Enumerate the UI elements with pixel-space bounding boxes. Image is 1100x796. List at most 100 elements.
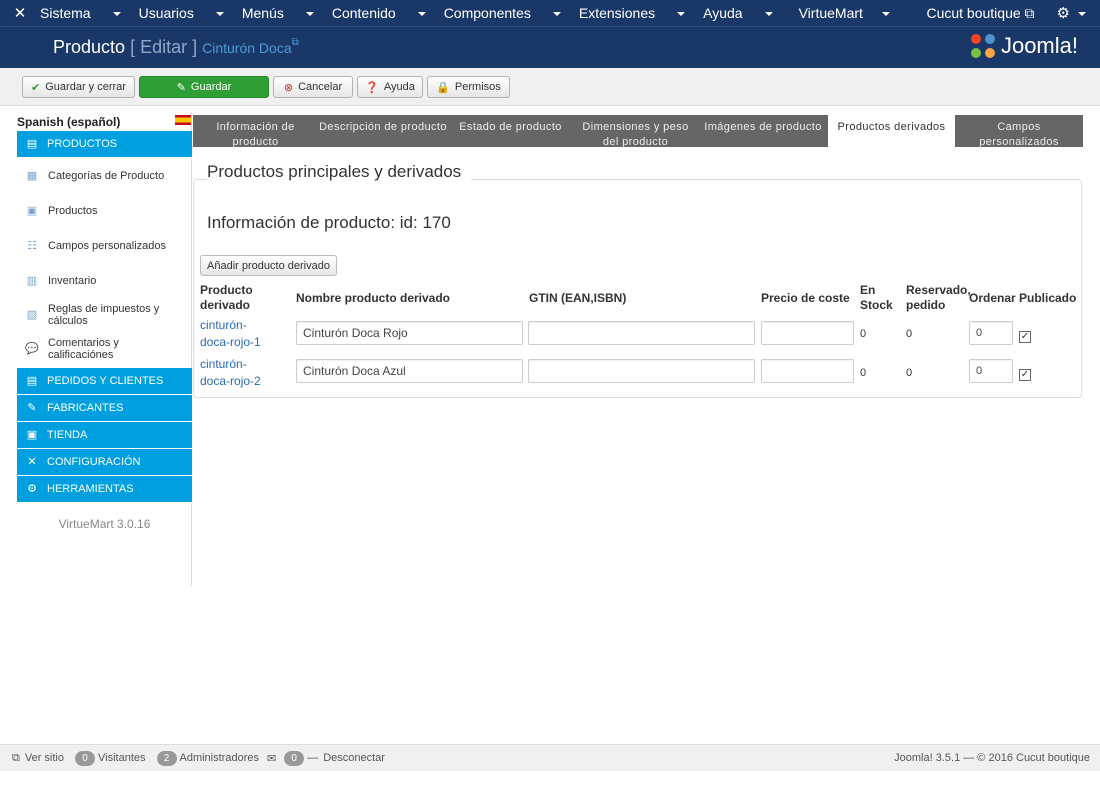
child-name-input[interactable]: Cinturón Doca Rojo <box>296 321 523 345</box>
sidebar-header-herramientas[interactable]: ⚙ HERRAMIENTAS <box>17 476 192 503</box>
sidebar-header-productos[interactable]: ▤ PRODUCTOS <box>17 131 192 158</box>
sidebar-item-categorias[interactable]: ▦ Categorías de Producto <box>17 167 192 185</box>
menu-label: Sistema <box>40 5 91 21</box>
site-link-label: Cucut boutique <box>926 4 1021 21</box>
sidebar-item-label: Reglas de impuestos y cálculos <box>48 303 160 327</box>
tools-icon: ⚙ <box>27 483 37 495</box>
sidebar-header-label: PRODUCTOS <box>47 138 118 150</box>
cancel-button[interactable]: ⊗ Cancelar <box>273 76 353 98</box>
top-navbar: ✕ Sistema Usuarios Menús Contenido Compo… <box>0 0 1100 26</box>
product-info-heading: Información de producto: id: 170 <box>207 213 451 232</box>
caret-down-icon <box>764 12 773 17</box>
menu-componentes[interactable]: Componentes <box>444 5 561 21</box>
language-label: Spanish (español) <box>17 115 121 129</box>
save-close-button[interactable]: ✔ Guardar y cerrar <box>22 76 135 98</box>
product-name-link[interactable]: Cinturón Doca <box>202 40 292 56</box>
sidebar-header-pedidos[interactable]: ▤ PEDIDOS Y CLIENTES <box>17 368 192 395</box>
wrench-icon: ✎ <box>27 402 37 414</box>
sidebar-item-label: Productos <box>48 205 98 217</box>
site-link[interactable]: Cucut boutique ⧉ <box>926 5 1034 22</box>
toolbar: ✔ Guardar y cerrar ✎ Guardar ⊗ Cancelar ❓ Ay… <box>0 68 1100 106</box>
menu-extensiones[interactable]: Extensiones <box>579 5 686 21</box>
tab-productos-derivados[interactable]: Productos derivados <box>828 115 955 147</box>
orders-icon: ▤ <box>26 375 38 387</box>
caret-down-icon <box>881 12 890 17</box>
child-sku-link[interactable]: cinturón-doca-rojo-1 <box>200 317 270 351</box>
tab-estado[interactable]: Estado de producto <box>448 115 573 147</box>
menu-menus[interactable]: Menús <box>242 5 314 21</box>
gear-icon[interactable]: ⚙ <box>1057 4 1086 22</box>
caret-down-icon <box>112 12 121 17</box>
tab-label: Estado de producto <box>459 121 562 133</box>
menu-label: Componentes <box>443 5 531 21</box>
sidebar-header-tienda[interactable]: ▣ TIENDA <box>17 422 192 449</box>
comment-icon: 💬 <box>25 343 39 355</box>
stock-value: 0 <box>860 367 867 379</box>
menu-usuarios[interactable]: Usuarios <box>139 5 224 21</box>
add-child-product-button[interactable]: Añadir producto derivado <box>200 255 337 276</box>
caret-down-icon <box>417 12 426 17</box>
envelope-icon[interactable]: ✉ <box>267 752 276 765</box>
menu-label: Contenido <box>331 5 396 21</box>
permissions-button[interactable]: 🔒 Permisos <box>427 76 510 98</box>
section-title: Productos principales y derivados <box>207 162 472 182</box>
menu-virtuemart[interactable]: VirtueMart <box>799 5 890 21</box>
sidebar-item-impuestos[interactable]: ▧ Reglas de impuestos y cálculos <box>17 302 192 328</box>
menu-sistema[interactable]: Sistema <box>40 5 121 21</box>
cost-price-input[interactable] <box>761 359 854 383</box>
tab-label: Imágenes de producto <box>704 121 822 133</box>
order-input[interactable]: 0 <box>969 321 1013 345</box>
button-label: Permisos <box>454 81 501 93</box>
joomla-logo-text: Joomla! <box>1000 33 1078 58</box>
tab-dimensiones[interactable]: Dimensiones y peso del producto <box>573 115 698 147</box>
order-input[interactable]: 0 <box>969 359 1013 383</box>
sidebar-header-configuracion[interactable]: ✕ CONFIGURACIÓN <box>17 449 192 476</box>
cost-price-input[interactable] <box>761 321 854 345</box>
joomla-logo-icon <box>970 34 995 58</box>
menu-label: Usuarios <box>138 5 194 21</box>
tab-informacion[interactable]: Información de producto <box>193 115 318 147</box>
joomla-menu-icon[interactable]: ✕ <box>0 4 40 22</box>
column-header-stock: En Stock <box>860 283 893 312</box>
gtin-input[interactable] <box>528 359 755 383</box>
menu-label: Menús <box>241 5 284 21</box>
sidebar-header-fabricantes[interactable]: ✎ FABRICANTES <box>17 395 192 422</box>
tab-descripcion[interactable]: Descripción de producto <box>318 115 448 147</box>
help-button[interactable]: ❓ Ayuda <box>357 76 423 98</box>
published-checkbox[interactable]: ✓ <box>1019 369 1031 381</box>
column-header-reserved: Reservado, pedido <box>906 283 971 312</box>
sidebar-item-productos[interactable]: ▣ Productos <box>17 202 192 220</box>
sidebar-header-label: HERRAMIENTAS <box>47 483 134 495</box>
status-footer: ⧉ Ver sitio 0 Visitantes 2 Administrador… <box>0 744 1100 771</box>
menu-ayuda[interactable]: Ayuda <box>703 5 773 21</box>
edit-icon: ✎ <box>176 81 186 94</box>
spain-flag-icon[interactable] <box>175 115 191 125</box>
view-site-link[interactable]: Ver sitio <box>25 752 64 764</box>
sidebar-item-comentarios[interactable]: 💬 Comentarios y calificaciónes <box>17 336 192 362</box>
sidebar-header-label: TIENDA <box>47 429 88 441</box>
child-sku-link[interactable]: cinturón-doca-rojo-2 <box>200 356 270 390</box>
logout-link[interactable]: Desconectar <box>323 752 385 764</box>
sidebar-item-inventario[interactable]: ▥ Inventario <box>17 272 192 290</box>
sidebar-item-campos[interactable]: ☷ Campos personalizados <box>17 237 192 255</box>
published-checkbox[interactable]: ✓ <box>1019 331 1031 343</box>
caret-down-icon <box>1078 12 1086 17</box>
lock-icon: 🔒 <box>436 81 450 94</box>
tab-campos-personalizados[interactable]: Campos personalizados <box>955 115 1083 147</box>
copyright-text: Joomla! 3.5.1 — © 2016 Cucut boutique <box>894 752 1090 764</box>
admins-badge: 2 <box>156 750 177 766</box>
products-icon: ▤ <box>26 138 38 150</box>
page-title: Producto [ Editar ] Cinturón Doca⧉ <box>53 37 299 58</box>
minus-icon: — <box>307 752 319 764</box>
save-button[interactable]: ✎ Guardar <box>139 76 269 98</box>
gtin-input[interactable] <box>528 321 755 345</box>
sidebar-item-label: Categorías de Producto <box>48 170 165 182</box>
tab-label: Información de producto <box>216 121 295 147</box>
sidebar-header-label: FABRICANTES <box>47 402 124 414</box>
child-name-input[interactable]: Cinturón Doca Azul <box>296 359 523 383</box>
messages-badge: 0 <box>284 750 305 766</box>
visitors-badge: 0 <box>75 750 95 766</box>
menu-contenido[interactable]: Contenido <box>332 5 426 21</box>
stock-value: 0 <box>860 328 867 340</box>
tab-imagenes[interactable]: Imágenes de producto <box>698 115 828 147</box>
